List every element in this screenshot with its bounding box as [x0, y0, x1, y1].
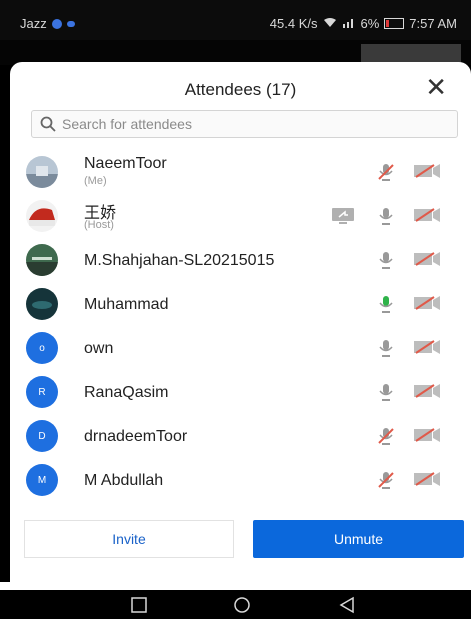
- mic-off-icon[interactable]: [376, 206, 396, 231]
- attendee-row[interactable]: NaeemToor (Me): [10, 150, 471, 194]
- attendee-name: M Abdullah: [84, 472, 164, 489]
- avatar-initial: D: [38, 430, 46, 442]
- dialog-title: Attendees (17): [184, 80, 297, 99]
- mic-muted-icon[interactable]: [376, 470, 396, 495]
- close-button[interactable]: ✕: [425, 74, 447, 100]
- status-right: 45.4 K/s 6% 7:57 AM: [270, 16, 457, 31]
- attendee-name: NaeemToor: [84, 155, 167, 172]
- network-speed: 45.4 K/s: [269, 16, 318, 31]
- recent-apps-icon[interactable]: [130, 596, 148, 619]
- attendee-row[interactable]: R RanaQasim: [10, 370, 471, 414]
- avatar: D: [26, 420, 58, 452]
- attendee-list: NaeemToor (Me) 王娇 (Host) M.Shahjahan-SL2…: [10, 150, 471, 502]
- camera-off-icon[interactable]: [414, 340, 440, 359]
- camera-off-icon[interactable]: [414, 208, 440, 227]
- avatar: [26, 200, 58, 232]
- attendees-sheet: Attendees (17) ✕ NaeemToor (Me): [10, 62, 471, 582]
- avatar-initial: R: [38, 386, 46, 398]
- attendee-row[interactable]: Muhammad: [10, 282, 471, 326]
- camera-off-icon[interactable]: [414, 472, 440, 491]
- battery-percent: 6%: [360, 16, 380, 31]
- avatar: M: [26, 464, 58, 496]
- home-icon[interactable]: [232, 596, 252, 619]
- search-input[interactable]: [56, 115, 457, 133]
- attendee-name: Muhammad: [84, 296, 169, 313]
- attendee-role: (Host): [84, 219, 114, 231]
- navigation-bar: [0, 590, 471, 619]
- sheet-footer: [0, 582, 471, 590]
- status-bar: Jazz 45.4 K/s 6% 7:57 AM: [0, 0, 471, 40]
- avatar: o: [26, 332, 58, 364]
- avatar: [26, 244, 58, 276]
- avatar: R: [26, 376, 58, 408]
- mic-muted-icon[interactable]: [376, 162, 396, 187]
- avatar: [26, 288, 58, 320]
- camera-off-icon[interactable]: [414, 164, 440, 183]
- attendee-row[interactable]: M M Abdullah: [10, 458, 471, 502]
- carrier-app-icon: [51, 18, 62, 29]
- avatar-initial: M: [37, 474, 47, 486]
- search-icon: [40, 116, 56, 132]
- signal-icon: [342, 16, 356, 31]
- mic-off-icon[interactable]: [376, 338, 396, 363]
- wifi-icon: [323, 16, 337, 31]
- attendee-row[interactable]: o own: [10, 326, 471, 370]
- attendee-row[interactable]: D drnadeemToor: [10, 414, 471, 458]
- attendee-name: own: [84, 340, 114, 357]
- mic-off-icon[interactable]: [376, 382, 396, 407]
- attendee-row[interactable]: 王娇 (Host): [10, 194, 471, 238]
- attendee-name: drnadeemToor: [84, 428, 188, 445]
- mic-off-icon[interactable]: [376, 250, 396, 275]
- battery-icon: [384, 18, 405, 29]
- clock: 7:57 AM: [409, 16, 457, 31]
- camera-off-icon[interactable]: [414, 428, 440, 447]
- notification-icon: [66, 20, 75, 27]
- unmute-button[interactable]: Unmute: [253, 520, 464, 558]
- mic-muted-icon[interactable]: [376, 426, 396, 451]
- camera-off-icon[interactable]: [414, 252, 440, 271]
- back-icon[interactable]: [338, 596, 356, 619]
- avatar: [26, 156, 58, 188]
- attendee-role: (Me): [84, 175, 107, 187]
- status-left: Jazz: [20, 16, 75, 31]
- attendee-name: M.Shahjahan-SL20215015: [84, 252, 275, 269]
- camera-off-icon[interactable]: [414, 296, 440, 315]
- search-bar[interactable]: [31, 110, 458, 138]
- avatar-initial: o: [39, 342, 45, 354]
- carrier-label: Jazz: [20, 16, 47, 31]
- camera-off-icon[interactable]: [414, 384, 440, 403]
- screen-share-icon[interactable]: [332, 208, 354, 229]
- attendee-name: RanaQasim: [84, 384, 169, 401]
- invite-button[interactable]: Invite: [24, 520, 234, 558]
- mic-active-icon[interactable]: [376, 294, 396, 319]
- attendee-row[interactable]: M.Shahjahan-SL20215015: [10, 238, 471, 282]
